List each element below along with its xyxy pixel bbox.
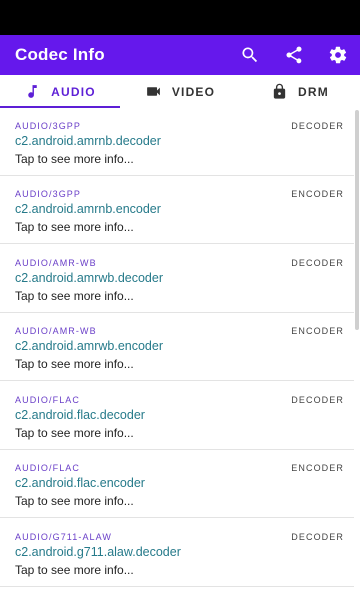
codec-name: c2.android.flac.decoder bbox=[15, 408, 145, 422]
codec-type: DECODER bbox=[291, 395, 344, 405]
share-button[interactable] bbox=[281, 42, 307, 68]
video-camera-icon bbox=[146, 87, 160, 96]
codec-hint: Tap to see more info... bbox=[15, 563, 134, 577]
codec-category: AUDIO/3GPP bbox=[15, 121, 82, 131]
tab-video-label: VIDEO bbox=[171, 84, 216, 99]
codec-category: AUDIO/3GPP bbox=[15, 189, 82, 199]
tab-audio[interactable]: AUDIO bbox=[0, 75, 120, 108]
codec-list: AUDIO/3GPP DECODER c2.android.amrnb.deco… bbox=[0, 108, 360, 600]
codec-category: AUDIO/FLAC bbox=[15, 395, 81, 405]
codec-hint: Tap to see more info... bbox=[15, 289, 134, 303]
settings-button[interactable] bbox=[325, 42, 351, 68]
codec-hint: Tap to see more info... bbox=[15, 152, 134, 166]
codec-name: c2.android.g711.alaw.decoder bbox=[15, 545, 181, 559]
codec-hint: Tap to see more info... bbox=[15, 357, 134, 371]
codec-list-item[interactable]: AUDIO/FLAC DECODER c2.android.flac.decod… bbox=[0, 382, 354, 450]
tab-video[interactable]: VIDEO bbox=[120, 75, 240, 108]
search-icon bbox=[242, 47, 258, 63]
share-icon bbox=[286, 46, 302, 64]
app-bar: Codec Info bbox=[0, 35, 360, 75]
list-scrollbar[interactable] bbox=[355, 110, 359, 330]
codec-type: ENCODER bbox=[291, 326, 344, 336]
codec-name: c2.android.amrnb.encoder bbox=[15, 202, 161, 216]
codec-category: AUDIO/G711-ALAW bbox=[15, 532, 113, 542]
codec-type: ENCODER bbox=[291, 189, 344, 199]
codec-category: AUDIO/AMR-WB bbox=[15, 326, 97, 336]
tab-bar: AUDIO VIDEO DRM bbox=[0, 75, 360, 108]
tab-drm[interactable]: DRM bbox=[240, 75, 360, 108]
codec-hint: Tap to see more info... bbox=[15, 220, 134, 234]
codec-list-item[interactable]: AUDIO/AMR-WB DECODER c2.android.amrwb.de… bbox=[0, 245, 354, 313]
codec-name: c2.android.flac.encoder bbox=[15, 476, 145, 490]
status-bar bbox=[0, 0, 360, 35]
codec-list-item[interactable]: AUDIO/3GPP ENCODER c2.android.amrnb.enco… bbox=[0, 176, 354, 244]
codec-list-item[interactable]: AUDIO/FLAC ENCODER c2.android.flac.encod… bbox=[0, 450, 354, 518]
music-note-icon bbox=[28, 85, 37, 98]
tab-audio-label: AUDIO bbox=[51, 84, 96, 99]
codec-type: DECODER bbox=[291, 258, 344, 268]
gear-icon bbox=[329, 46, 347, 64]
codec-hint: Tap to see more info... bbox=[15, 494, 134, 508]
codec-name: c2.android.amrnb.decoder bbox=[15, 134, 161, 148]
codec-type: DECODER bbox=[291, 121, 344, 131]
codec-category: AUDIO/AMR-WB bbox=[15, 258, 97, 268]
codec-hint: Tap to see more info... bbox=[15, 426, 134, 440]
codec-name: c2.android.amrwb.decoder bbox=[15, 271, 163, 285]
search-button[interactable] bbox=[237, 42, 263, 68]
lock-icon bbox=[273, 83, 286, 99]
codec-type: ENCODER bbox=[291, 463, 344, 473]
codec-type: DECODER bbox=[291, 532, 344, 542]
codec-list-item[interactable]: AUDIO/AMR-WB ENCODER c2.android.amrwb.en… bbox=[0, 313, 354, 381]
codec-list-item[interactable]: AUDIO/G711-ALAW DECODER c2.android.g711.… bbox=[0, 519, 354, 587]
codec-name: c2.android.amrwb.encoder bbox=[15, 339, 163, 353]
tab-drm-label: DRM bbox=[298, 84, 329, 99]
codec-list-item[interactable]: AUDIO/3GPP DECODER c2.android.amrnb.deco… bbox=[0, 108, 354, 176]
codec-category: AUDIO/FLAC bbox=[15, 463, 81, 473]
app-title: Codec Info bbox=[15, 45, 105, 64]
